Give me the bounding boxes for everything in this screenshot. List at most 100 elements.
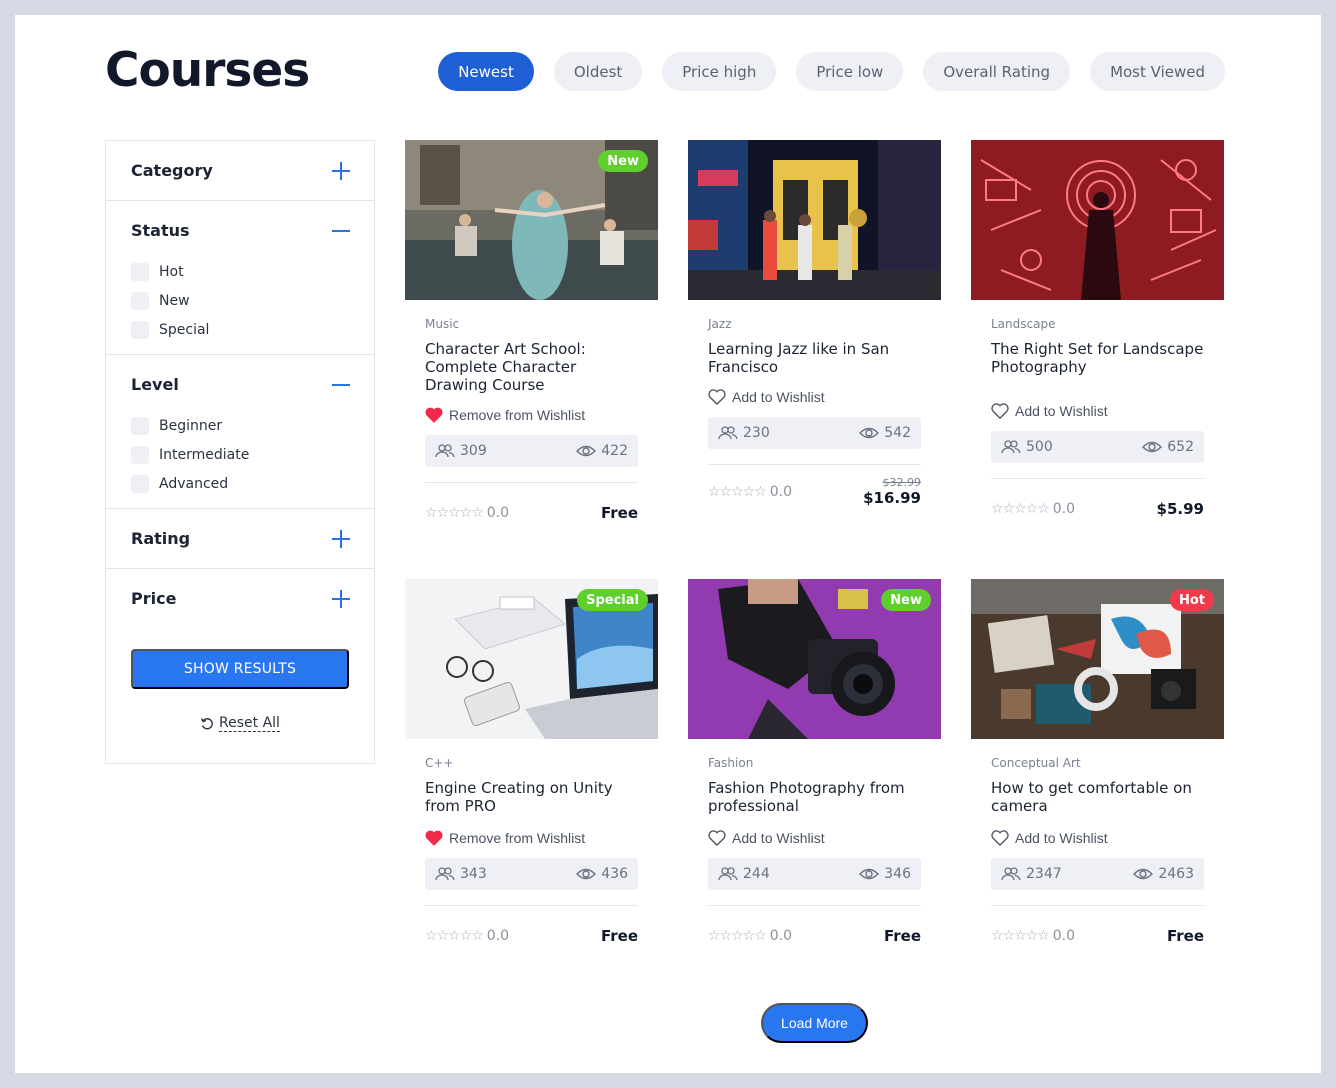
views-value: 346 [884,866,911,882]
divider [708,905,921,906]
rating-value: 0.0 [486,505,510,521]
sort-tab-most-viewed[interactable]: Most Viewed [1090,52,1225,91]
sort-tab-oldest[interactable]: Oldest [553,52,643,91]
level-option-beginner[interactable]: Beginner [131,411,349,440]
wishlist-toggle[interactable]: Add to Wishlist [991,401,1204,421]
stars-icon: ☆☆☆☆☆ [708,484,767,500]
courses-page: Courses Newest Oldest Price high Price l… [15,15,1321,1073]
expand-plus-icon[interactable] [332,589,350,608]
collapse-minus-icon[interactable] [332,376,350,394]
course-stats: 500 652 [991,431,1204,463]
checkbox[interactable] [131,474,149,493]
filter-category-header[interactable]: Category [106,141,374,200]
rating-value: 0.0 [1052,501,1076,517]
course-title[interactable]: Fashion Photography from professional [708,779,921,815]
students-value: 2347 [1026,866,1062,882]
course-card[interactable]: New Music Character Art School: Complete… [405,140,658,527]
course-card[interactable]: Hot Conceptual Art How to get comfortabl… [971,579,1224,950]
filter-price-label: Price [131,589,177,608]
views-count: 436 [576,866,628,882]
views-count: 422 [576,443,628,459]
course-card[interactable]: New Fashion Fashion Photography from pro… [688,579,941,950]
filter-status-header[interactable]: Status [106,201,374,260]
course-category: Music [425,317,460,331]
wishlist-toggle[interactable]: Remove from Wishlist [425,828,638,848]
students-count: 230 [718,425,770,441]
course-title[interactable]: Learning Jazz like in San Francisco [708,340,921,376]
course-card[interactable]: Landscape The Right Set for Landscape Ph… [971,140,1224,523]
views-value: 422 [601,443,628,459]
filter-rating-header[interactable]: Rating [106,509,374,568]
load-more-button[interactable]: Load More [761,1003,868,1043]
collapse-minus-icon[interactable] [332,222,350,240]
wishlist-toggle[interactable]: Add to Wishlist [991,828,1204,848]
status-option-hot[interactable]: Hot [131,257,349,286]
checkbox[interactable] [131,291,149,310]
course-rating: ☆☆☆☆☆ 0.0 [708,484,792,500]
option-label: Advanced [159,475,229,492]
users-icon [435,444,455,458]
course-card[interactable]: Special C++ Engine Creating on Unity fro… [405,579,658,950]
divider [991,478,1204,479]
wishlist-label: Remove from Wishlist [449,830,586,846]
sort-tab-newest[interactable]: Newest [438,52,534,91]
checkbox[interactable] [131,262,149,281]
course-title[interactable]: How to get comfortable on camera [991,779,1204,815]
stars-icon: ☆☆☆☆☆ [708,928,767,944]
course-image[interactable] [971,140,1224,300]
checkbox[interactable] [131,320,149,339]
filter-category-label: Category [131,161,213,180]
sort-tab-overall-rating[interactable]: Overall Rating [923,52,1071,91]
eye-icon [576,868,597,880]
course-category: C++ [425,756,454,770]
checkbox[interactable] [131,445,149,464]
expand-plus-icon[interactable] [332,529,350,548]
wishlist-toggle[interactable]: Add to Wishlist [708,387,921,407]
neon-art-photo [971,140,1224,300]
filter-price-header[interactable]: Price [106,569,374,628]
users-icon [435,867,455,881]
wishlist-toggle[interactable]: Add to Wishlist [708,828,921,848]
wishlist-label: Remove from Wishlist [449,407,586,423]
checkbox[interactable] [131,416,149,435]
stars-icon: ☆☆☆☆☆ [991,928,1050,944]
divider [425,905,638,906]
views-count: 2463 [1133,866,1194,882]
course-stats: 343 436 [425,858,638,890]
course-image[interactable]: Special [405,579,658,739]
course-footer: ☆☆☆☆☆ 0.0 Free [425,922,638,950]
course-title[interactable]: Character Art School: Complete Character… [425,340,638,394]
course-image[interactable] [688,140,941,300]
divider [425,482,638,483]
rating-value: 0.0 [769,928,793,944]
show-results-button[interactable]: SHOW RESULTS [131,649,349,689]
expand-plus-icon[interactable] [332,161,350,180]
option-label: Beginner [159,417,223,434]
course-card[interactable]: Jazz Learning Jazz like in San Francisco… [688,140,941,508]
status-option-special[interactable]: Special [131,315,349,344]
course-stats: 244 346 [708,858,921,890]
course-footer: ☆☆☆☆☆ 0.0 $5.99 [991,495,1204,523]
filter-level-header[interactable]: Level [106,355,374,414]
level-option-advanced[interactable]: Advanced [131,469,349,498]
status-option-new[interactable]: New [131,286,349,315]
reset-icon [200,717,213,729]
course-price: Free [883,927,921,945]
reset-all-link[interactable]: Reset All [106,715,374,732]
course-image[interactable]: New [405,140,658,300]
level-option-intermediate[interactable]: Intermediate [131,440,349,469]
course-category: Fashion [708,756,754,770]
users-icon [1001,867,1021,881]
course-footer: ☆☆☆☆☆ 0.0 Free [425,499,638,527]
students-count: 2347 [1001,866,1062,882]
sort-tab-price-high[interactable]: Price high [662,52,777,91]
course-title[interactable]: The Right Set for Landscape Photography [991,340,1204,394]
course-rating: ☆☆☆☆☆ 0.0 [425,928,509,944]
course-image[interactable]: Hot [971,579,1224,739]
sort-tab-price-low[interactable]: Price low [796,52,904,91]
course-price: $32.99 $16.99 [863,477,921,508]
views-value: 2463 [1158,866,1194,882]
wishlist-toggle[interactable]: Remove from Wishlist [425,405,638,425]
course-image[interactable]: New [688,579,941,739]
course-title[interactable]: Engine Creating on Unity from PRO [425,779,638,815]
